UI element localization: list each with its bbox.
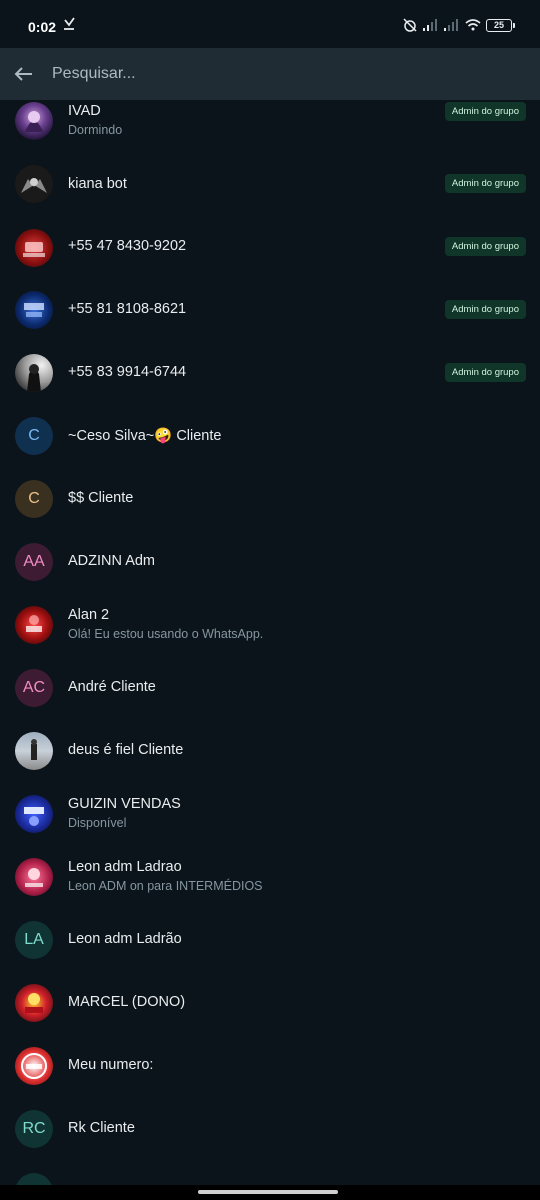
list-item[interactable]: +55 81 8108-8621 Admin do grupo	[0, 281, 540, 344]
participant-name: deus é fiel Cliente	[68, 742, 184, 758]
admin-badge: Admin do grupo	[444, 102, 526, 121]
admin-badge: Admin do grupo	[444, 363, 526, 382]
list-item[interactable]: RC Rk Cliente	[0, 1100, 540, 1163]
avatar-initials: LA	[15, 921, 53, 959]
status-time: 0:02	[28, 19, 57, 35]
avatar-initials: C	[15, 417, 53, 455]
list-item[interactable]: Meu numero:	[0, 1037, 540, 1100]
participant-name: ~Ceso Silva~🤪 Cliente	[68, 428, 222, 444]
avatar	[15, 1047, 53, 1085]
participant-name: $$ Cliente	[68, 490, 134, 506]
participant-name: Leon adm Ladrao	[68, 859, 182, 875]
list-item[interactable]: +55 83 9914-6744 Admin do grupo	[0, 344, 540, 407]
participant-name: +55 83 9914-6744	[68, 364, 187, 380]
back-arrow-icon[interactable]	[10, 60, 38, 88]
avatar	[15, 229, 53, 267]
download-icon	[64, 17, 75, 30]
avatar-initials: RC	[15, 1110, 53, 1148]
list-item[interactable]: C $$ Cliente	[0, 470, 540, 533]
avatar	[15, 291, 53, 329]
signal-icon	[423, 19, 437, 31]
list-item[interactable]: C ~Ceso Silva~🤪 Cliente	[0, 407, 540, 470]
participant-status: Olá! Eu estou usando o WhatsApp.	[68, 627, 264, 641]
list-item[interactable]: Leon adm Ladrao Leon ADM on para INTERMÉ…	[0, 848, 540, 911]
avatar-initials: AA	[15, 543, 53, 581]
participant-name: André Cliente	[68, 679, 156, 695]
avatar	[15, 858, 53, 896]
list-item[interactable]: Alan 2 Olá! Eu estou usando o WhatsApp.	[0, 596, 540, 659]
system-nav-bar	[0, 1185, 540, 1200]
list-item[interactable]	[0, 1163, 540, 1185]
participant-name: +55 47 8430-9202	[68, 238, 187, 254]
signal-icon	[444, 19, 458, 31]
list-item[interactable]: MARCEL (DONO)	[0, 974, 540, 1037]
battery-icon: 25	[486, 18, 515, 32]
participant-name: IVAD	[68, 103, 101, 119]
admin-badge: Admin do grupo	[444, 237, 526, 256]
avatar	[15, 732, 53, 770]
participant-name: GUIZIN VENDAS	[68, 796, 181, 812]
wifi-icon	[465, 19, 481, 31]
participant-status: Leon ADM on para INTERMÉDIOS	[68, 879, 263, 893]
admin-badge: Admin do grupo	[444, 174, 526, 193]
participant-status: Disponível	[68, 816, 127, 830]
participant-name: Rk Cliente	[68, 1120, 135, 1136]
participant-name: Alan 2	[68, 607, 110, 623]
status-icons: 25	[402, 16, 515, 34]
avatar	[15, 606, 53, 644]
avatar-initials: AC	[15, 669, 53, 707]
list-item[interactable]: kiana bot Admin do grupo	[0, 155, 540, 218]
list-item[interactable]: AC André Cliente	[0, 659, 540, 722]
list-item[interactable]: GUIZIN VENDAS Disponível	[0, 785, 540, 848]
avatar	[15, 165, 53, 203]
list-item[interactable]: +55 47 8430-9202 Admin do grupo	[0, 218, 540, 281]
avatar-initials: C	[15, 480, 53, 518]
avatar	[15, 795, 53, 833]
participant-name: kiana bot	[68, 176, 127, 192]
alarm-off-icon	[403, 18, 417, 32]
avatar	[15, 1173, 53, 1185]
participant-status: Dormindo	[68, 123, 123, 137]
avatar	[15, 984, 53, 1022]
avatar	[15, 354, 53, 392]
list-item[interactable]: IVAD Dormindo Admin do grupo	[0, 92, 540, 155]
list-item[interactable]: AA ADZINN Adm	[0, 533, 540, 596]
participant-name: MARCEL (DONO)	[68, 994, 186, 1010]
participant-name: Meu numero:	[68, 1057, 154, 1073]
status-bar: 0:02 25	[0, 0, 540, 48]
participant-name: ADZINN Adm	[68, 553, 156, 569]
list-item[interactable]: LA Leon adm Ladrão	[0, 911, 540, 974]
home-gesture-handle[interactable]	[198, 1190, 338, 1194]
participant-name: Leon adm Ladrão	[68, 931, 182, 947]
participant-name: +55 81 8108-8621	[68, 301, 187, 317]
admin-badge: Admin do grupo	[444, 300, 526, 319]
list-item[interactable]: deus é fiel Cliente	[0, 722, 540, 785]
avatar	[15, 102, 53, 140]
